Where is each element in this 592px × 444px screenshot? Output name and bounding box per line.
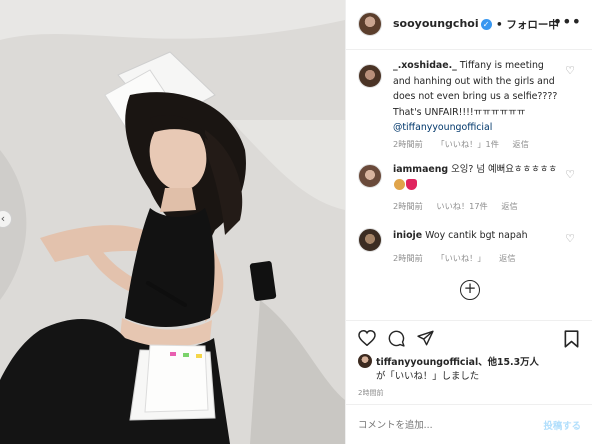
likes-summary-line2: が「いいね！」しました — [376, 371, 480, 382]
commenter-avatar[interactable] — [358, 64, 382, 88]
post-comment-button[interactable]: 投稿する — [543, 418, 581, 432]
commenter-avatar[interactable] — [358, 164, 382, 188]
verified-badge-icon: ✓ — [480, 18, 492, 30]
action-bar — [346, 320, 592, 350]
comment-body: 오잉? 넘 예뻐요ㅎㅎㅎㅎㅎ — [451, 164, 557, 175]
author-username-text[interactable]: sooyoungchoi — [393, 17, 479, 30]
commenter-username[interactable]: iammaeng — [393, 164, 448, 175]
comment-like-heart-icon[interactable]: ♡ — [565, 232, 575, 245]
comment-meta: 2時間前 いいね！17件 返信 — [393, 200, 529, 212]
comment-like-heart-icon[interactable]: ♡ — [565, 64, 575, 77]
comment-time[interactable]: 2時間前 — [393, 253, 423, 263]
comment-reply-button[interactable]: 返信 — [499, 253, 515, 263]
photo-illustration — [0, 0, 345, 444]
person-emoji-icon — [394, 178, 405, 190]
likes-summary: tiffanyyoungofficial、他15.3万人 が「いいね！」しました — [346, 350, 592, 385]
comment-reply-button[interactable]: 返信 — [501, 201, 517, 211]
comment-like-heart-icon[interactable]: ♡ — [565, 168, 575, 181]
comment-meta: 2時間前 「いいね！」1件 返信 — [393, 138, 540, 150]
likes-summary-line1[interactable]: tiffanyyoungofficial、他15.3万人 — [376, 354, 539, 368]
follow-status[interactable]: • フォロー中 — [496, 17, 559, 32]
bookmark-icon[interactable] — [564, 330, 579, 348]
comment-text: _.xoshidae._ Tiffany is meeting and hanh… — [393, 58, 561, 136]
share-icon[interactable] — [417, 330, 434, 346]
comment-text: inioje Woy cantik bgt napah — [393, 228, 561, 244]
comment-meta: 2時間前 「いいね！」 返信 — [393, 252, 527, 264]
post-detail-panel: sooyoungchoi ✓ • フォロー中 ••• _.xoshidae._ T… — [345, 0, 592, 444]
more-options-icon[interactable]: ••• — [553, 12, 581, 31]
comment-time[interactable]: 2時間前 — [393, 139, 423, 149]
comment-text: iammaeng 오잉? 넘 예뻐요ㅎㅎㅎㅎㅎ — [393, 162, 561, 193]
post-timestamp[interactable]: 2時間前 — [358, 388, 383, 398]
commenter-username[interactable]: _.xoshidae._ — [393, 60, 457, 71]
comment-icon[interactable] — [388, 330, 405, 347]
commenter-username[interactable]: inioje — [393, 230, 422, 241]
author-username[interactable]: sooyoungchoi ✓ — [393, 17, 492, 30]
comment-like-count[interactable]: 「いいね！」1件 — [436, 139, 499, 149]
post-header: sooyoungchoi ✓ • フォロー中 ••• — [346, 0, 592, 50]
comment-reply-button[interactable]: 返信 — [513, 139, 529, 149]
author-avatar[interactable] — [358, 12, 382, 36]
red-heart-emoji-icon — [406, 178, 417, 190]
comment-mention-link[interactable]: @tiffanyyoungofficial — [393, 122, 492, 133]
heart-icon[interactable] — [358, 330, 376, 346]
comment-input[interactable] — [358, 418, 528, 432]
comments-list: _.xoshidae._ Tiffany is meeting and hanh… — [346, 50, 592, 320]
liker-avatar[interactable] — [358, 354, 372, 368]
commenter-avatar[interactable] — [358, 228, 382, 252]
comment-body: Woy cantik bgt napah — [425, 230, 528, 241]
post-photo[interactable]: ‹ — [0, 0, 345, 444]
load-more-comments-plus-circle-icon[interactable]: + — [460, 280, 480, 300]
add-comment-bar: 投稿する — [346, 404, 592, 444]
comment-time[interactable]: 2時間前 — [393, 201, 423, 211]
comment-like-count[interactable]: 「いいね！」 — [436, 253, 485, 263]
comment-like-count[interactable]: いいね！17件 — [436, 201, 487, 211]
